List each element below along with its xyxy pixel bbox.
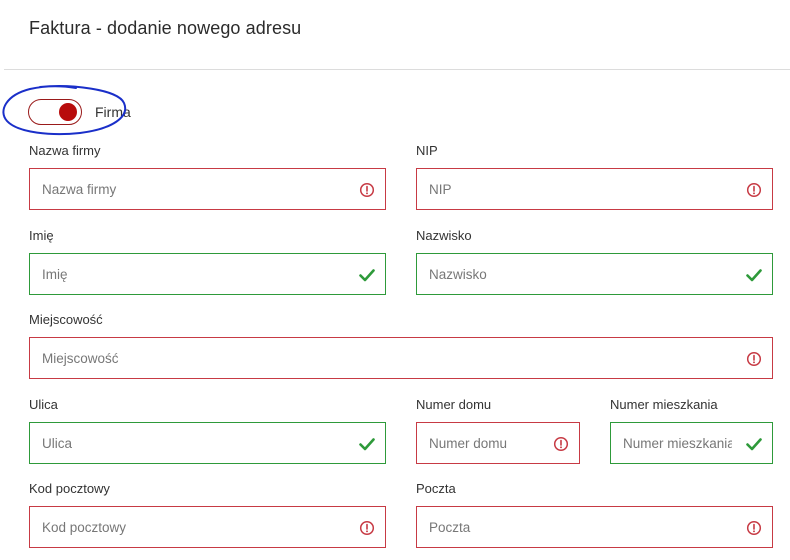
street-input[interactable] xyxy=(30,423,345,463)
postal-code-field xyxy=(29,506,386,548)
error-circle-icon xyxy=(359,182,375,198)
apartment-number-field xyxy=(610,422,773,464)
company-toggle-label: Firma xyxy=(95,104,131,120)
header-divider xyxy=(4,69,790,70)
checkmark-icon xyxy=(359,269,375,282)
house-number-field xyxy=(416,422,580,464)
postal-code-label: Kod pocztowy xyxy=(29,481,110,496)
post-office-field xyxy=(416,506,773,548)
nip-label: NIP xyxy=(416,143,438,158)
error-circle-icon xyxy=(359,520,375,536)
page-title: Faktura - dodanie nowego adresu xyxy=(29,18,302,38)
nip-field xyxy=(416,168,773,210)
checkmark-icon xyxy=(746,269,762,282)
invoice-address-form: Faktura - dodanie nowego adresu Firma Na… xyxy=(0,0,790,560)
toggle-knob xyxy=(59,103,77,121)
last-name-input[interactable] xyxy=(417,254,732,294)
apartment-number-input[interactable] xyxy=(611,423,732,463)
postal-code-input[interactable] xyxy=(30,507,345,547)
error-circle-icon xyxy=(746,351,762,367)
checkmark-icon xyxy=(746,438,762,451)
street-field xyxy=(29,422,386,464)
city-input[interactable] xyxy=(30,338,732,378)
company-name-label: Nazwa firmy xyxy=(29,143,101,158)
first-name-label: Imię xyxy=(29,228,54,243)
error-circle-icon xyxy=(746,520,762,536)
last-name-field xyxy=(416,253,773,295)
city-label: Miejscowość xyxy=(29,312,103,327)
apartment-number-label: Numer mieszkania xyxy=(610,397,718,412)
house-number-label: Numer domu xyxy=(416,397,492,412)
first-name-field xyxy=(29,253,386,295)
post-office-input[interactable] xyxy=(417,507,732,547)
checkmark-icon xyxy=(359,438,375,451)
nip-input[interactable] xyxy=(417,169,732,209)
last-name-label: Nazwisko xyxy=(416,228,472,243)
first-name-input[interactable] xyxy=(30,254,345,294)
error-circle-icon xyxy=(553,436,569,452)
company-toggle-row: Firma xyxy=(28,97,131,127)
error-circle-icon xyxy=(746,182,762,198)
city-field xyxy=(29,337,773,379)
company-toggle[interactable] xyxy=(28,99,82,125)
street-label: Ulica xyxy=(29,397,58,412)
company-name-field xyxy=(29,168,386,210)
post-office-label: Poczta xyxy=(416,481,456,496)
house-number-input[interactable] xyxy=(417,423,539,463)
company-name-input[interactable] xyxy=(30,169,345,209)
